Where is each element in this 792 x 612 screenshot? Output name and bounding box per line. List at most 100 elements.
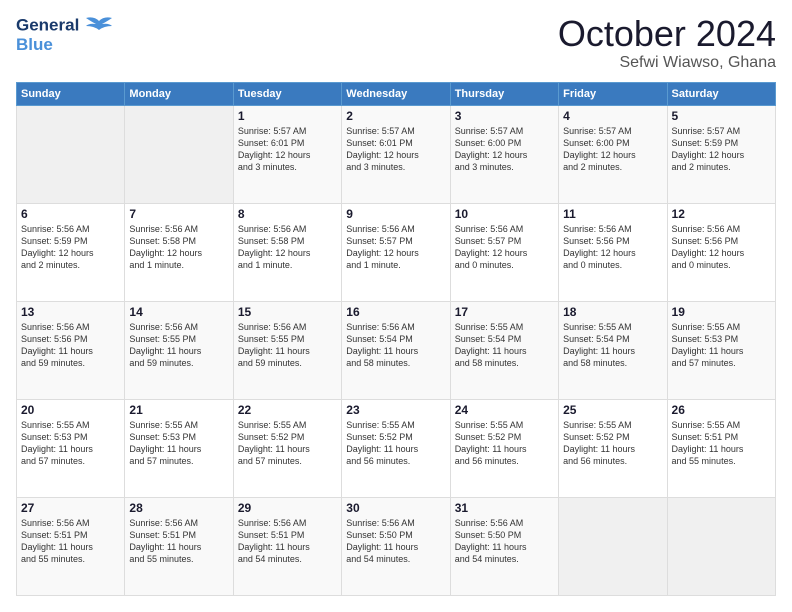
- table-row: 23 Sunrise: 5:55 AM Sunset: 5:52 PM Dayli…: [342, 400, 450, 498]
- header-thursday: Thursday: [450, 83, 558, 106]
- location-subtitle: Sefwi Wiawso, Ghana: [558, 54, 776, 72]
- day-info: Sunrise: 5:56 AM Sunset: 5:59 PM Dayligh…: [21, 223, 120, 272]
- day-info: Sunrise: 5:57 AM Sunset: 6:01 PM Dayligh…: [346, 125, 445, 174]
- table-row: 17 Sunrise: 5:55 AM Sunset: 5:54 PM Dayli…: [450, 302, 558, 400]
- table-row: 13 Sunrise: 5:56 AM Sunset: 5:56 PM Dayli…: [17, 302, 125, 400]
- day-number: 17: [455, 305, 554, 319]
- day-number: 24: [455, 403, 554, 417]
- table-row: 25Sunrise: 5:55 AM Sunset: 5:52 PM Dayli…: [559, 400, 667, 498]
- day-info: Sunrise: 5:57 AM Sunset: 6:00 PM Dayligh…: [455, 125, 554, 174]
- day-number: 16: [346, 305, 445, 319]
- header-friday: Friday: [559, 83, 667, 106]
- day-info: Sunrise: 5:56 AM Sunset: 5:50 PM Dayligh…: [455, 517, 554, 566]
- day-number: 25: [563, 403, 662, 417]
- table-row: 18 Sunrise: 5:55 AM Sunset: 5:54 PM Dayli…: [559, 302, 667, 400]
- logo-line2: Blue: [16, 36, 114, 55]
- table-row: 5Sunrise: 5:57 AM Sunset: 5:59 PM Daylig…: [667, 106, 775, 204]
- table-row: 9 Sunrise: 5:56 AM Sunset: 5:57 PM Daylig…: [342, 204, 450, 302]
- day-info: Sunrise: 5:56 AM Sunset: 5:58 PM Dayligh…: [129, 223, 228, 272]
- day-info: Sunrise: 5:55 AM Sunset: 5:54 PM Dayligh…: [563, 321, 662, 370]
- day-number: 9: [346, 207, 445, 221]
- table-row: 11 Sunrise: 5:56 AM Sunset: 5:56 PM Dayli…: [559, 204, 667, 302]
- table-row: [125, 106, 233, 204]
- calendar-header-row: Sunday Monday Tuesday Wednesday Thursday…: [17, 83, 776, 106]
- day-number: 8: [238, 207, 337, 221]
- header-sunday: Sunday: [17, 83, 125, 106]
- day-info: Sunrise: 5:56 AM Sunset: 5:56 PM Dayligh…: [563, 223, 662, 272]
- table-row: 1 Sunrise: 5:57 AM Sunset: 6:01 PM Daylig…: [233, 106, 341, 204]
- table-row: 20 Sunrise: 5:55 AM Sunset: 5:53 PM Dayli…: [17, 400, 125, 498]
- table-row: 30 Sunrise: 5:56 AM Sunset: 5:50 PM Dayli…: [342, 498, 450, 596]
- day-number: 22: [238, 403, 337, 417]
- calendar-week-row: 13 Sunrise: 5:56 AM Sunset: 5:56 PM Dayli…: [17, 302, 776, 400]
- table-row: 27 Sunrise: 5:56 AM Sunset: 5:51 PM Dayli…: [17, 498, 125, 596]
- day-number: 11: [563, 207, 662, 221]
- day-info: Sunrise: 5:56 AM Sunset: 5:56 PM Dayligh…: [21, 321, 120, 370]
- day-number: 3: [455, 109, 554, 123]
- day-info: Sunrise: 5:56 AM Sunset: 5:51 PM Dayligh…: [21, 517, 120, 566]
- day-number: 18: [563, 305, 662, 319]
- day-number: 1: [238, 109, 337, 123]
- title-block: October 2024 Sefwi Wiawso, Ghana: [558, 16, 776, 72]
- day-info: Sunrise: 5:55 AM Sunset: 5:52 PM Dayligh…: [238, 419, 337, 468]
- calendar-week-row: 20 Sunrise: 5:55 AM Sunset: 5:53 PM Dayli…: [17, 400, 776, 498]
- day-number: 10: [455, 207, 554, 221]
- day-number: 30: [346, 501, 445, 515]
- table-row: 3 Sunrise: 5:57 AM Sunset: 6:00 PM Daylig…: [450, 106, 558, 204]
- logo-bird-icon: [84, 16, 114, 36]
- day-info: Sunrise: 5:56 AM Sunset: 5:50 PM Dayligh…: [346, 517, 445, 566]
- header: General Blue October 2024 Sefwi Wiawso, …: [16, 16, 776, 72]
- table-row: 28 Sunrise: 5:56 AM Sunset: 5:51 PM Dayli…: [125, 498, 233, 596]
- day-info: Sunrise: 5:57 AM Sunset: 6:00 PM Dayligh…: [563, 125, 662, 174]
- day-info: Sunrise: 5:57 AM Sunset: 5:59 PM Dayligh…: [672, 125, 771, 174]
- day-info: Sunrise: 5:56 AM Sunset: 5:54 PM Dayligh…: [346, 321, 445, 370]
- month-title: October 2024: [558, 16, 776, 52]
- day-number: 29: [238, 501, 337, 515]
- table-row: 2 Sunrise: 5:57 AM Sunset: 6:01 PM Daylig…: [342, 106, 450, 204]
- logo: General Blue: [16, 16, 114, 55]
- day-number: 27: [21, 501, 120, 515]
- day-number: 26: [672, 403, 771, 417]
- day-number: 23: [346, 403, 445, 417]
- table-row: 29 Sunrise: 5:56 AM Sunset: 5:51 PM Dayli…: [233, 498, 341, 596]
- day-info: Sunrise: 5:56 AM Sunset: 5:57 PM Dayligh…: [346, 223, 445, 272]
- day-number: 14: [129, 305, 228, 319]
- table-row: 7 Sunrise: 5:56 AM Sunset: 5:58 PM Daylig…: [125, 204, 233, 302]
- table-row: 21Sunrise: 5:55 AM Sunset: 5:53 PM Dayli…: [125, 400, 233, 498]
- header-wednesday: Wednesday: [342, 83, 450, 106]
- day-number: 19: [672, 305, 771, 319]
- day-info: Sunrise: 5:57 AM Sunset: 6:01 PM Dayligh…: [238, 125, 337, 174]
- calendar-week-row: 27 Sunrise: 5:56 AM Sunset: 5:51 PM Dayli…: [17, 498, 776, 596]
- day-number: 4: [563, 109, 662, 123]
- day-number: 6: [21, 207, 120, 221]
- day-info: Sunrise: 5:56 AM Sunset: 5:51 PM Dayligh…: [129, 517, 228, 566]
- day-number: 7: [129, 207, 228, 221]
- day-info: Sunrise: 5:55 AM Sunset: 5:53 PM Dayligh…: [21, 419, 120, 468]
- calendar-table: Sunday Monday Tuesday Wednesday Thursday…: [16, 82, 776, 596]
- day-info: Sunrise: 5:56 AM Sunset: 5:56 PM Dayligh…: [672, 223, 771, 272]
- table-row: 14Sunrise: 5:56 AM Sunset: 5:55 PM Dayli…: [125, 302, 233, 400]
- day-number: 13: [21, 305, 120, 319]
- table-row: 6 Sunrise: 5:56 AM Sunset: 5:59 PM Daylig…: [17, 204, 125, 302]
- table-row: 4 Sunrise: 5:57 AM Sunset: 6:00 PM Daylig…: [559, 106, 667, 204]
- table-row: 10Sunrise: 5:56 AM Sunset: 5:57 PM Dayli…: [450, 204, 558, 302]
- table-row: 24Sunrise: 5:55 AM Sunset: 5:52 PM Dayli…: [450, 400, 558, 498]
- day-number: 20: [21, 403, 120, 417]
- day-info: Sunrise: 5:55 AM Sunset: 5:53 PM Dayligh…: [672, 321, 771, 370]
- day-info: Sunrise: 5:55 AM Sunset: 5:54 PM Dayligh…: [455, 321, 554, 370]
- table-row: [559, 498, 667, 596]
- table-row: 31Sunrise: 5:56 AM Sunset: 5:50 PM Dayli…: [450, 498, 558, 596]
- table-row: 22 Sunrise: 5:55 AM Sunset: 5:52 PM Dayli…: [233, 400, 341, 498]
- table-row: [667, 498, 775, 596]
- day-info: Sunrise: 5:56 AM Sunset: 5:51 PM Dayligh…: [238, 517, 337, 566]
- calendar-week-row: 1 Sunrise: 5:57 AM Sunset: 6:01 PM Daylig…: [17, 106, 776, 204]
- table-row: [17, 106, 125, 204]
- day-number: 28: [129, 501, 228, 515]
- table-row: 12Sunrise: 5:56 AM Sunset: 5:56 PM Dayli…: [667, 204, 775, 302]
- header-monday: Monday: [125, 83, 233, 106]
- header-saturday: Saturday: [667, 83, 775, 106]
- table-row: 26Sunrise: 5:55 AM Sunset: 5:51 PM Dayli…: [667, 400, 775, 498]
- day-info: Sunrise: 5:55 AM Sunset: 5:52 PM Dayligh…: [346, 419, 445, 468]
- day-number: 21: [129, 403, 228, 417]
- day-number: 2: [346, 109, 445, 123]
